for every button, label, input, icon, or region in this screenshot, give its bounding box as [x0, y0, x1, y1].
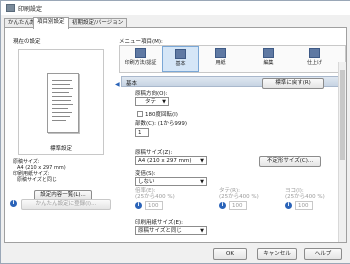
ratio-horizontal-input[interactable]: 100: [295, 201, 313, 210]
ratio-vertical-range: (25から400 %): [219, 194, 259, 200]
chevron-down-icon: ▼: [200, 179, 204, 185]
title-bar: 印刷設定: [1, 1, 350, 15]
tab-detailed-settings[interactable]: 項目別設定: [33, 17, 69, 29]
cancel-button[interactable]: キャンセル: [257, 248, 297, 260]
orientation-label: 原稿方向(O):: [135, 91, 168, 97]
orientation-select[interactable]: タテ ▼: [135, 97, 169, 106]
current-settings-label: 現在の設定: [13, 39, 41, 45]
page-preview: [47, 73, 79, 133]
copies-input[interactable]: 1: [135, 128, 149, 137]
original-size-select[interactable]: A4 (210 x 297 mm) ▼: [135, 156, 207, 165]
printer-icon: [135, 48, 146, 58]
scrollbar[interactable]: [338, 62, 346, 242]
page-icon: [175, 49, 186, 59]
preview-box: 標準設定: [18, 49, 104, 155]
menu-item-basic[interactable]: 基本: [162, 46, 199, 72]
original-size-label: 原稿サイズ(Z):: [135, 150, 173, 156]
edit-icon: [263, 48, 274, 58]
info-icon: i: [135, 202, 142, 209]
menu-item-edit[interactable]: 編集: [250, 46, 287, 72]
ratio-input[interactable]: 100: [145, 201, 163, 210]
menu-item-finish[interactable]: 仕上げ: [296, 46, 333, 72]
chevron-down-icon: ▼: [200, 158, 204, 164]
chevron-down-icon: ▼: [162, 99, 166, 105]
ratio-range: (25から400 %): [135, 194, 175, 200]
custom-size-button[interactable]: 不定形サイズ(C)...: [259, 156, 321, 167]
ratio-vertical-input[interactable]: 100: [229, 201, 247, 210]
menu-bar: 印刷方法/認証 基本 用紙 編集 仕上げ: [119, 45, 346, 73]
zoom-select[interactable]: しない ▼: [135, 177, 207, 186]
window-title: 印刷設定: [18, 6, 43, 13]
help-button[interactable]: ヘルプ: [304, 248, 342, 260]
print-size-select[interactable]: 原稿サイズと同じ ▼: [135, 226, 207, 235]
print-settings-window: 印刷設定 かんたん設定 項目別設定 初期設定/バージョン 現在の設定 標準設定 …: [0, 0, 350, 264]
reset-default-button[interactable]: 標準に戻す(R): [262, 78, 324, 89]
zoom-label: 変倍(S):: [135, 171, 156, 177]
info-icon: i: [219, 202, 226, 209]
register-easy-button[interactable]: かんたん設定に登録(I)...: [21, 199, 111, 210]
finish-icon: [309, 48, 320, 58]
print-size-label: 印刷用紙サイズ(E):: [135, 220, 183, 226]
rotate-label: 180度回転(I): [145, 112, 178, 118]
ratio-horizontal-range: (25から400 %): [285, 194, 325, 200]
menu-label: メニュー項目(M):: [119, 39, 163, 45]
settings-summary: 原稿サイズ: A4 (210 x 297 mm) 印刷用紙サイズ: 原稿サイズと…: [13, 159, 66, 183]
copies-label: 部数(C): (1から999): [135, 121, 188, 127]
info-icon: i: [10, 200, 17, 207]
menu-item-paper[interactable]: 用紙: [202, 46, 239, 72]
rotate-checkbox[interactable]: [137, 111, 143, 117]
paper-icon: [215, 48, 226, 58]
summary-value-print-size: 原稿サイズと同じ: [17, 177, 57, 183]
chevron-down-icon: ▼: [200, 228, 204, 234]
settings-panel: 現在の設定 標準設定 原稿サイズ: A4 (210 x 297 mm) 印刷用紙…: [4, 27, 347, 243]
info-icon: i: [285, 202, 292, 209]
section-title: 基本: [126, 81, 138, 87]
mode-label: 標準設定: [49, 146, 72, 152]
menu-item-print-method[interactable]: 印刷方法/認証: [122, 46, 159, 72]
collapse-arrow-icon[interactable]: ◀: [115, 81, 120, 89]
printer-icon: [6, 4, 15, 12]
ok-button[interactable]: OK: [213, 248, 247, 260]
